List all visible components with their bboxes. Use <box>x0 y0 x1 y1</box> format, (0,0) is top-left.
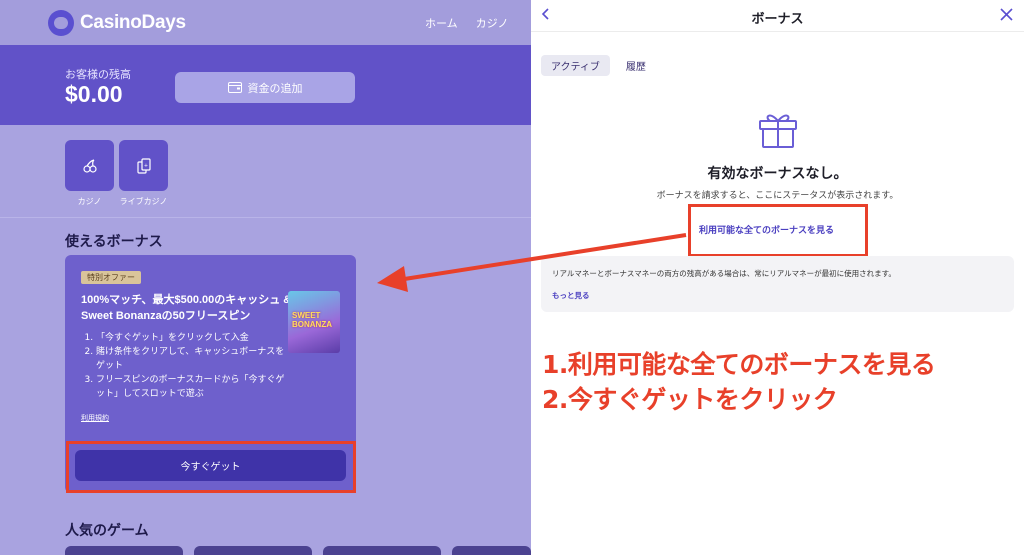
empty-state-title: 有効なボーナスなし。 <box>707 166 848 182</box>
site-logo[interactable]: CasinoDays <box>48 10 186 36</box>
divider <box>0 217 531 218</box>
bonus-panel: ボーナス アクティブ 履歴 有効なボーナスなし。 ボーナスを請求すると、ここにス… <box>531 0 1024 555</box>
wallet-icon <box>227 82 242 93</box>
info-text: リアルマネーとボーナスマネーの両方の残高がある場合は、常にリアルマネーが最初に使… <box>552 269 896 278</box>
bonus-step: 「今すぐゲット」をクリックして入金 <box>96 331 286 345</box>
close-button[interactable] <box>1000 6 1016 24</box>
panel-title: ボーナス <box>751 12 804 27</box>
nav-item-home[interactable]: ホーム <box>425 15 458 31</box>
learn-more-link[interactable]: もっと見る <box>552 290 590 301</box>
annotation-step-2: 2.今すぐゲットをクリック <box>542 385 838 414</box>
info-notice: リアルマネーとボーナスマネーの両方の残高がある場合は、常にリアルマネーが最初に使… <box>541 256 1014 312</box>
category-casino[interactable] <box>65 140 114 191</box>
sweet-bonanza-thumbnail: SWEET BONANZA <box>288 291 340 353</box>
bonus-step: 賭け条件をクリアして、キャッシュボーナスをゲット <box>96 345 286 373</box>
terms-link[interactable]: 利用規約 <box>81 413 109 423</box>
empty-state-subtitle: ボーナスを請求すると、ここにステータスが表示されます。 <box>656 191 899 201</box>
deposit-label: 資金の追加 <box>247 81 303 95</box>
logo-icon <box>48 10 74 36</box>
special-offer-badge: 特別オファー <box>81 271 141 284</box>
annotation-step-1: 1.利用可能な全てのボーナスを見る <box>542 350 936 379</box>
thumbnail-logo-text: SWEET BONANZA <box>292 311 332 329</box>
close-icon <box>1000 8 1013 21</box>
cherry-icon <box>82 158 97 173</box>
balance-value: $0.00 <box>65 81 123 107</box>
deposit-button[interactable]: 資金の追加 <box>175 72 355 103</box>
annotation-highlight-get-now <box>66 441 356 493</box>
gift-icon <box>759 114 797 148</box>
panel-header: ボーナス <box>531 0 1024 32</box>
site-header: CasinoDays ホーム カジノ <box>0 0 531 45</box>
main-nav: ホーム カジノ <box>425 15 508 31</box>
balance-bar: お客様の残高 $0.00 資金の追加 <box>0 45 531 125</box>
logo-text: CasinoDays <box>80 12 186 33</box>
bonus-tabs: アクティブ 履歴 <box>541 55 656 76</box>
game-thumbnail[interactable] <box>194 546 312 555</box>
annotation-highlight-see-all <box>688 204 868 257</box>
game-thumbnail[interactable] <box>452 546 531 555</box>
bonus-steps-list: 「今すぐゲット」をクリックして入金 賭け条件をクリアして、キャッシュボーナスをゲ… <box>96 331 286 401</box>
game-thumbnail[interactable] <box>65 546 183 555</box>
svg-text:+: + <box>143 163 147 169</box>
bonus-step: フリースピンのボーナスカードから「今すぐゲット」してスロットで遊ぶ <box>96 373 286 401</box>
category-live-casino[interactable]: + <box>119 140 168 191</box>
site-background: CasinoDays ホーム カジノ お客様の残高 $0.00 資金の追加 カジ… <box>0 0 531 555</box>
nav-item-casino[interactable]: カジノ <box>476 15 509 31</box>
cards-icon: + <box>136 157 151 174</box>
bonus-section-title: 使えるボーナス <box>65 234 163 250</box>
category-live-casino-label: ライブカジノ <box>119 197 168 206</box>
tab-history[interactable]: 履歴 <box>616 55 656 76</box>
balance-label: お客様の残高 <box>65 68 131 81</box>
bonus-offer-title: 100%マッチ、最大$500.00のキャッシュ & Sweet Bonanzaの… <box>81 294 292 322</box>
tab-active[interactable]: アクティブ <box>541 55 610 76</box>
popular-games-title: 人気のゲーム <box>65 523 149 539</box>
game-thumbnail[interactable] <box>323 546 441 555</box>
